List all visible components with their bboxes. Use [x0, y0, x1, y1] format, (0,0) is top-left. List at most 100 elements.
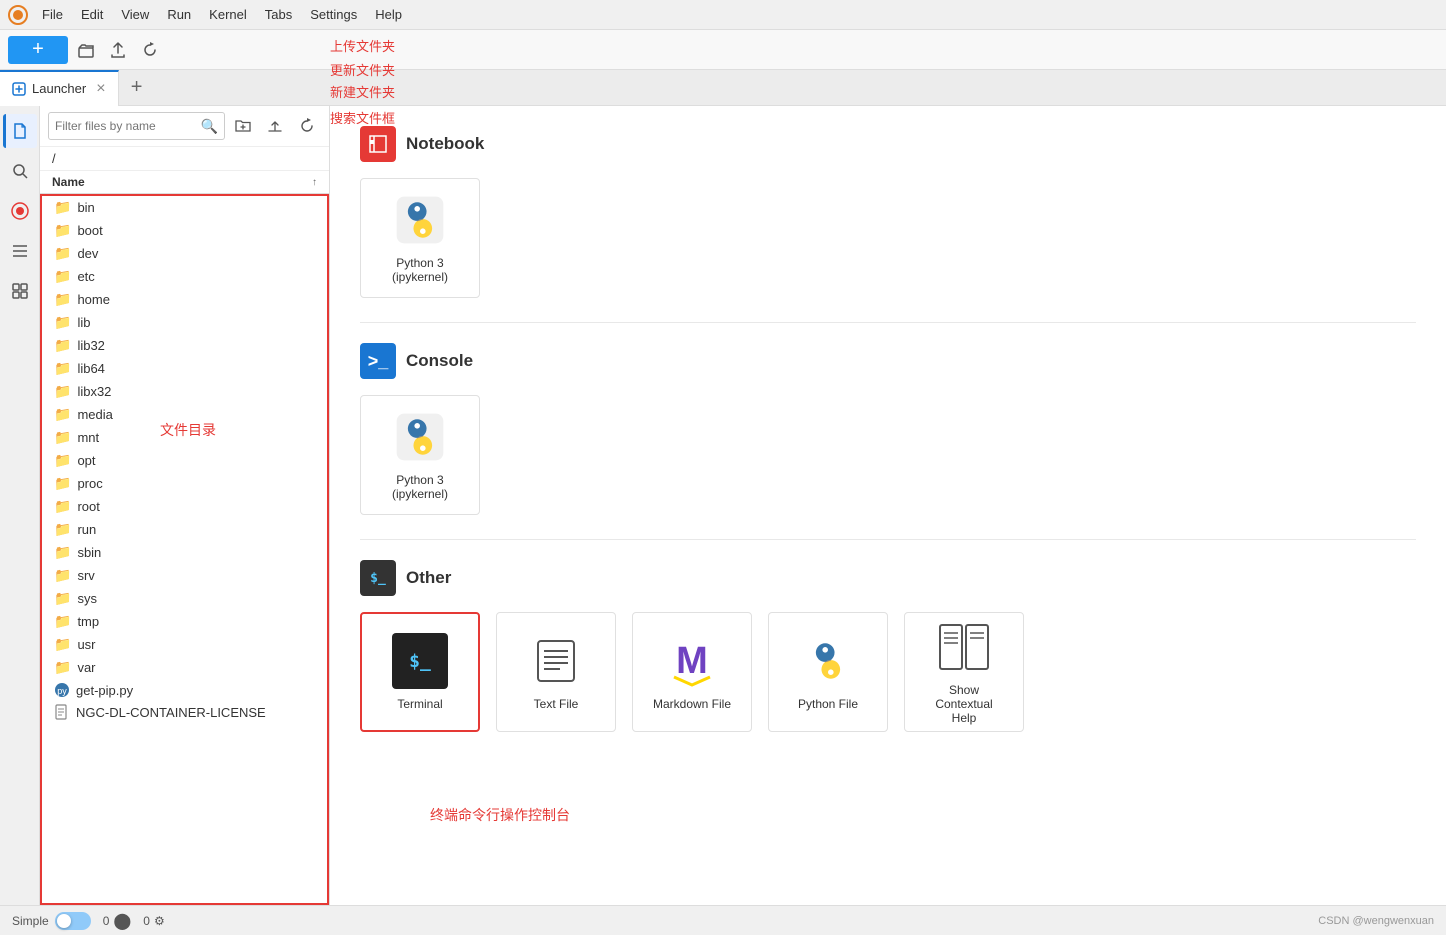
list-item[interactable]: 📁root	[42, 495, 327, 518]
menu-run[interactable]: Run	[159, 5, 199, 24]
python3-console-icon	[392, 409, 448, 465]
file-name: srv	[77, 568, 94, 583]
file-name: get-pip.py	[76, 683, 133, 698]
console-section-label: Console	[406, 351, 473, 371]
upload-file-button[interactable]	[104, 36, 132, 64]
file-name: usr	[77, 637, 95, 652]
search-input[interactable]	[55, 119, 201, 133]
simple-mode-toggle[interactable]: Simple	[12, 912, 91, 930]
menu-view[interactable]: View	[113, 5, 157, 24]
watermark: CSDN @wengwenxuan	[1318, 915, 1434, 927]
status-count2: 0 ⚙	[143, 914, 164, 928]
folder-icon: 📁	[54, 406, 71, 423]
folder-icon: 📁	[54, 613, 71, 630]
app-logo	[8, 5, 28, 25]
doc-file-icon	[54, 704, 70, 720]
markdown-file-card-icon: M	[664, 633, 720, 689]
status-count1: 0 ⬤	[103, 911, 132, 931]
sidebar-icon-search[interactable]	[3, 154, 37, 188]
list-item[interactable]: 📁var	[42, 656, 327, 679]
file-list-header[interactable]: Name ↑	[40, 171, 329, 194]
folder-icon: 📁	[54, 222, 71, 239]
python3-console-card[interactable]: Python 3(ipykernel)	[360, 395, 480, 515]
file-name: proc	[77, 476, 102, 491]
list-item[interactable]: 📁boot	[42, 219, 327, 242]
new-folder-button[interactable]	[229, 112, 257, 140]
list-item[interactable]: py get-pip.py	[42, 679, 327, 701]
other-section-header: $_ Other	[360, 560, 1416, 596]
list-item[interactable]: 📁lib	[42, 311, 327, 334]
upload-folder-button[interactable]	[72, 36, 100, 64]
file-name: var	[77, 660, 95, 675]
refresh-button[interactable]	[136, 36, 164, 64]
add-tab-button[interactable]: +	[119, 70, 155, 106]
file-panel-toolbar: 🔍	[40, 106, 329, 147]
terminal-annotation: 终端命令行操作控制台	[430, 805, 570, 825]
section-divider-1	[360, 322, 1416, 323]
folder-icon: 📁	[54, 636, 71, 653]
folder-icon: 📁	[54, 291, 71, 308]
terminal-card[interactable]: $_ Terminal	[360, 612, 480, 732]
toggle-track[interactable]	[55, 912, 91, 930]
file-name: media	[77, 407, 112, 422]
menu-help[interactable]: Help	[367, 5, 410, 24]
list-item[interactable]: 📁dev	[42, 242, 327, 265]
list-item[interactable]: 📁sys	[42, 587, 327, 610]
show-contextual-help-card[interactable]: ShowContextualHelp	[904, 612, 1024, 732]
folder-icon: 📁	[54, 429, 71, 446]
menu-kernel[interactable]: Kernel	[201, 5, 255, 24]
search-icon: 🔍	[201, 118, 218, 135]
list-item[interactable]: 📁bin	[42, 196, 327, 219]
tab-close-button[interactable]: ×	[96, 80, 105, 98]
menu-tabs[interactable]: Tabs	[257, 5, 300, 24]
folder-icon: 📁	[54, 360, 71, 377]
list-item[interactable]: 📁 usr	[42, 633, 327, 656]
folder-icon: 📁	[54, 452, 71, 469]
search-box-annotation: 搜索文件框	[330, 108, 395, 127]
list-item[interactable]: 📁 lib64	[42, 357, 327, 380]
list-item[interactable]: 📁proc	[42, 472, 327, 495]
file-name: NGC-DL-CONTAINER-LICENSE	[76, 705, 266, 720]
list-item[interactable]: 📁 media	[42, 403, 327, 426]
list-item[interactable]: 📁libx32	[42, 380, 327, 403]
show-contextual-help-label: ShowContextualHelp	[935, 683, 992, 725]
new-launcher-button[interactable]: +	[8, 36, 68, 64]
list-item[interactable]: 📁sbin	[42, 541, 327, 564]
list-item[interactable]: 📁lib32	[42, 334, 327, 357]
file-name: root	[77, 499, 99, 514]
file-name: lib64	[77, 361, 104, 376]
file-name: lib	[77, 315, 90, 330]
terminal-card-label: Terminal	[397, 697, 442, 711]
menu-edit[interactable]: Edit	[73, 5, 111, 24]
text-file-card[interactable]: Text File	[496, 612, 616, 732]
markdown-file-card[interactable]: M Markdown File	[632, 612, 752, 732]
upload-folder-btn[interactable]	[261, 112, 289, 140]
menu-file[interactable]: File	[34, 5, 71, 24]
python-file-card[interactable]: Python File	[768, 612, 888, 732]
sidebar-icon-puzzle[interactable]	[3, 274, 37, 308]
sidebar-icon-circle[interactable]	[3, 194, 37, 228]
tab-launcher[interactable]: Launcher ×	[0, 70, 119, 106]
file-panel: 🔍 / Name	[40, 106, 330, 905]
file-name: opt	[77, 453, 95, 468]
sidebar-icon-list[interactable]	[3, 234, 37, 268]
menu-settings[interactable]: Settings	[302, 5, 365, 24]
list-item[interactable]: 📁home	[42, 288, 327, 311]
list-item[interactable]: 📁mnt	[42, 426, 327, 449]
list-item[interactable]: 📁etc	[42, 265, 327, 288]
file-list: 📁bin 📁boot 📁dev 📁etc 📁home 📁lib 📁lib32 📁…	[40, 194, 329, 905]
list-item[interactable]: 📁 opt	[42, 449, 327, 472]
folder-icon: 📁	[54, 521, 71, 538]
file-search-box[interactable]: 🔍	[48, 112, 225, 140]
refresh-folder-btn[interactable]	[293, 112, 321, 140]
folder-icon: 📁	[54, 268, 71, 285]
list-item[interactable]: NGC-DL-CONTAINER-LICENSE	[42, 701, 327, 723]
list-item[interactable]: 📁srv	[42, 564, 327, 587]
other-cards-row: $_ Terminal Text File	[360, 612, 1416, 732]
tab-bar: Launcher × +	[0, 70, 1446, 106]
list-item[interactable]: 📁run	[42, 518, 327, 541]
console-cards-row: Python 3(ipykernel)	[360, 395, 1416, 515]
sidebar-icon-files[interactable]	[3, 114, 37, 148]
python3-notebook-card[interactable]: Python 3(ipykernel)	[360, 178, 480, 298]
list-item[interactable]: 📁tmp	[42, 610, 327, 633]
